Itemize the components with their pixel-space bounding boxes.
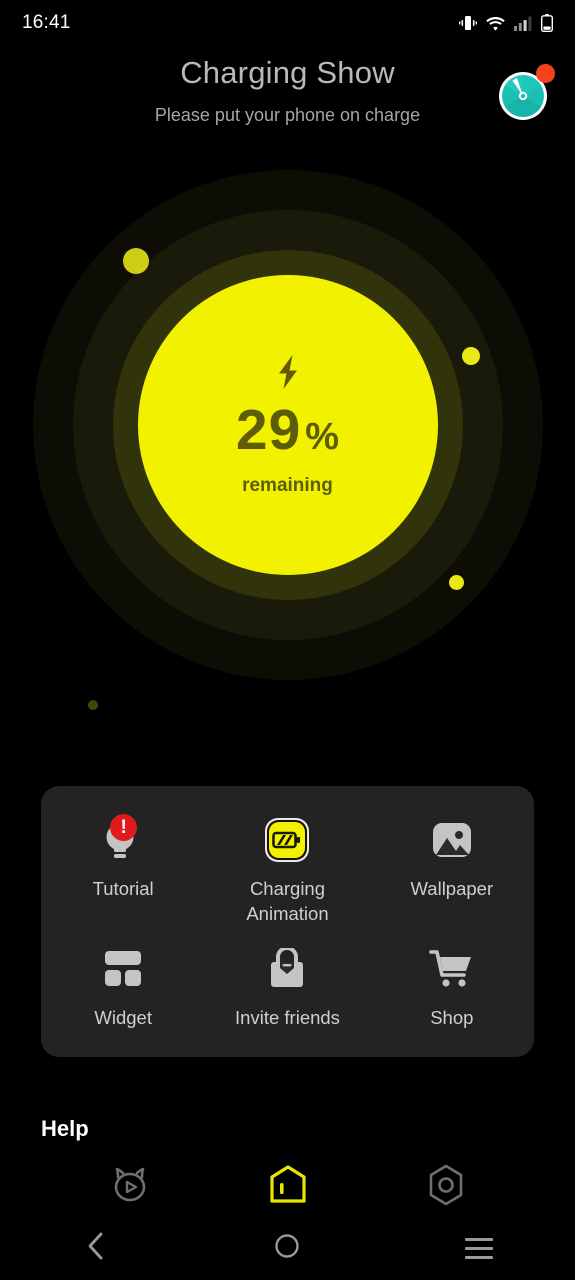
orbit-dot — [449, 575, 464, 590]
vibrate-icon — [459, 16, 477, 30]
battery-remaining-label: remaining — [242, 475, 333, 496]
feature-invite-friends[interactable]: Invite friends — [205, 933, 369, 1037]
settings-hex-icon — [426, 1164, 466, 1211]
battery-percent-symbol: % — [305, 416, 340, 458]
battery-ring-widget[interactable]: 29 % remaining — [0, 160, 575, 760]
notification-dot — [536, 64, 555, 83]
orbit-dot — [88, 700, 98, 710]
feature-label: Shop — [430, 1006, 474, 1028]
status-icons — [459, 14, 553, 32]
feature-label: Invite friends — [235, 1006, 340, 1028]
video-cat-icon — [109, 1167, 151, 1208]
feature-wallpaper[interactable]: Wallpaper — [370, 804, 534, 933]
feature-shop[interactable]: Shop — [370, 933, 534, 1037]
speedometer-icon[interactable] — [497, 64, 555, 122]
system-back-button[interactable] — [56, 1224, 136, 1272]
feature-label: Charging Animation — [246, 878, 329, 924]
shopping-cart-icon — [429, 945, 475, 993]
image-icon — [429, 816, 475, 864]
help-link[interactable]: Help — [41, 1116, 89, 1142]
battery-icon — [541, 14, 553, 32]
battery-charging-icon — [263, 816, 311, 864]
system-recents-button[interactable] — [439, 1224, 519, 1272]
alert-badge: ! — [110, 814, 138, 841]
status-bar: 16:41 — [0, 0, 575, 46]
orbit-dot — [462, 347, 480, 365]
orbit-dot — [123, 248, 149, 274]
lightbulb-icon: ! — [101, 814, 145, 864]
nav-item-video[interactable] — [103, 1160, 157, 1214]
feature-label: Wallpaper — [410, 878, 494, 899]
feature-grid-card: ! Tutorial Charging Animation Wallpaper … — [41, 786, 534, 1057]
signal-icon — [514, 16, 532, 31]
system-home-button[interactable] — [247, 1224, 327, 1272]
battery-percent-circle[interactable]: 29 % remaining — [137, 275, 438, 575]
nav-item-settings[interactable] — [419, 1160, 473, 1214]
battery-percent-value: 29 — [235, 398, 302, 462]
feature-row-2: Widget Invite friends Shop — [41, 933, 534, 1037]
status-time: 16:41 — [22, 12, 71, 33]
nav-item-home[interactable] — [261, 1160, 315, 1214]
wifi-icon — [486, 16, 505, 31]
back-icon — [83, 1231, 109, 1266]
app-header: Charging Show Please put your phone on c… — [0, 55, 575, 126]
feature-label: Widget — [94, 1006, 152, 1028]
feature-label: Tutorial — [92, 878, 154, 899]
gift-bag-icon — [265, 945, 309, 993]
battery-percent: 29 % — [236, 402, 339, 459]
page-subtitle: Please put your phone on charge — [154, 105, 421, 126]
widget-grid-icon — [101, 945, 145, 993]
home-icon — [273, 1232, 301, 1265]
feature-row-1: ! Tutorial Charging Animation Wallpaper — [41, 804, 534, 933]
home-icon — [266, 1163, 310, 1212]
feature-charging-animation[interactable]: Charging Animation — [205, 804, 369, 933]
lightning-bolt-icon — [272, 353, 304, 396]
bottom-nav — [0, 1158, 575, 1216]
feature-tutorial[interactable]: ! Tutorial — [41, 804, 205, 933]
system-nav-bar — [0, 1216, 575, 1280]
page-title: Charging Show — [180, 55, 395, 90]
recents-icon — [465, 1237, 494, 1259]
feature-widget[interactable]: Widget — [41, 933, 205, 1037]
